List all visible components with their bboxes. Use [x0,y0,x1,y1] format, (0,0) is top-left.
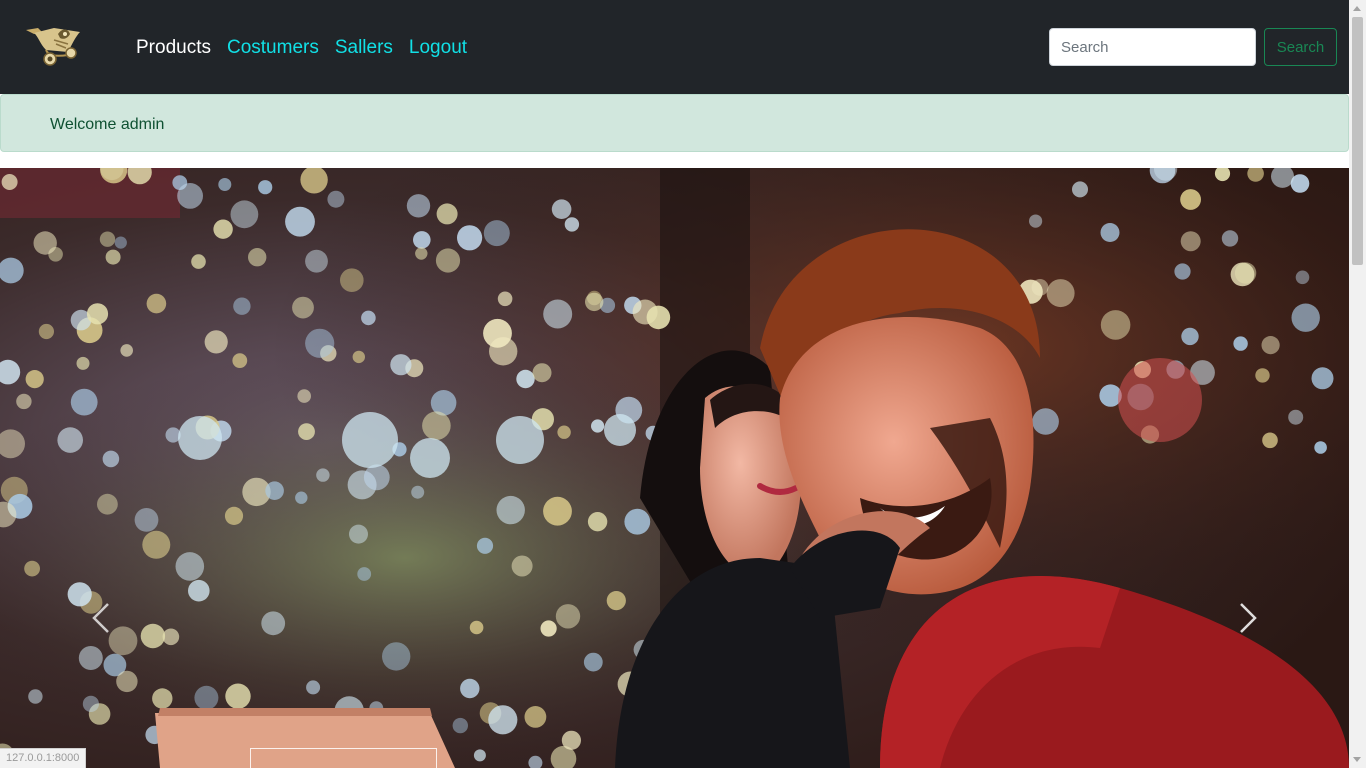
carousel [0,168,1349,768]
nav-link-logout[interactable]: Logout [409,36,467,60]
page: Products Costumers Sallers Logout Search… [0,0,1349,768]
search-input[interactable] [1049,28,1256,66]
chevron-left-icon[interactable] [86,598,116,638]
cart-logo-icon[interactable] [24,22,84,68]
nav-link-products[interactable]: Products [136,36,211,60]
search-form: Search [1049,28,1337,66]
search-button[interactable]: Search [1264,28,1337,66]
nav-link-sallers[interactable]: Sallers [335,36,393,60]
vertical-scrollbar[interactable] [1349,0,1366,768]
carousel-image [0,168,1349,768]
navbar: Products Costumers Sallers Logout Search [0,0,1349,94]
scroll-down-arrow-icon[interactable] [1353,757,1361,762]
scroll-thumb[interactable] [1352,17,1363,265]
status-url: 127.0.0.1:8000 [0,748,87,768]
welcome-message: Welcome admin [50,116,165,133]
scroll-up-arrow-icon[interactable] [1353,6,1361,11]
chevron-right-icon[interactable] [1233,598,1263,638]
welcome-alert: Welcome admin [0,94,1349,152]
nav-links: Products Costumers Sallers Logout [136,36,467,60]
nav-link-costumers[interactable]: Costumers [227,36,319,60]
carousel-caption-box [250,748,437,768]
